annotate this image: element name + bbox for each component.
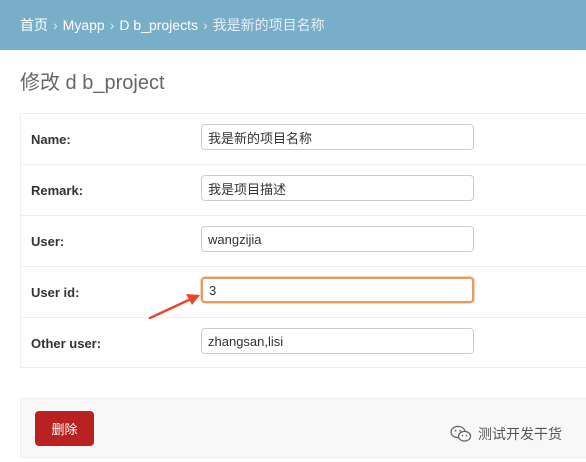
breadcrumb-separator: › <box>53 17 58 33</box>
form-row-other-user: Other user: <box>21 318 586 369</box>
breadcrumb-home-link[interactable]: 首页 <box>20 15 48 35</box>
name-label: Name: <box>31 132 71 147</box>
change-form: Name: Remark: User: User id: Other user: <box>20 113 586 368</box>
name-field[interactable] <box>201 124 474 150</box>
breadcrumb-separator: › <box>202 17 208 33</box>
breadcrumb-app-link[interactable]: Myapp <box>63 17 105 33</box>
breadcrumb-current: 我是新的项目名称 <box>212 17 325 33</box>
remark-label: Remark: <box>31 183 84 198</box>
user-id-label: User id: <box>31 285 80 300</box>
other-user-label: Other user: <box>31 336 102 351</box>
watermark-text: 测试开发干货 <box>478 426 562 442</box>
user-id-field[interactable] <box>201 277 474 303</box>
form-row-user-id: User id: <box>21 267 586 318</box>
wechat-icon <box>450 425 472 443</box>
user-label: User: <box>31 234 65 249</box>
delete-button[interactable]: 删除 <box>35 411 94 446</box>
other-user-field[interactable] <box>201 328 474 354</box>
breadcrumb-separator: › <box>109 17 115 33</box>
breadcrumb-model-link[interactable]: D b_projects <box>119 17 198 33</box>
breadcrumb: 首页 › Myapp › D b_projects › 我是新的项目名称 <box>0 0 586 50</box>
form-row-user: User: <box>21 216 586 267</box>
watermark: 测试开发干货 <box>450 422 562 446</box>
form-row-name: Name: <box>21 114 586 165</box>
user-field[interactable] <box>201 226 474 252</box>
page-title: 修改 d b_project <box>20 72 165 94</box>
remark-field[interactable] <box>201 175 474 201</box>
form-row-remark: Remark: <box>21 165 586 216</box>
